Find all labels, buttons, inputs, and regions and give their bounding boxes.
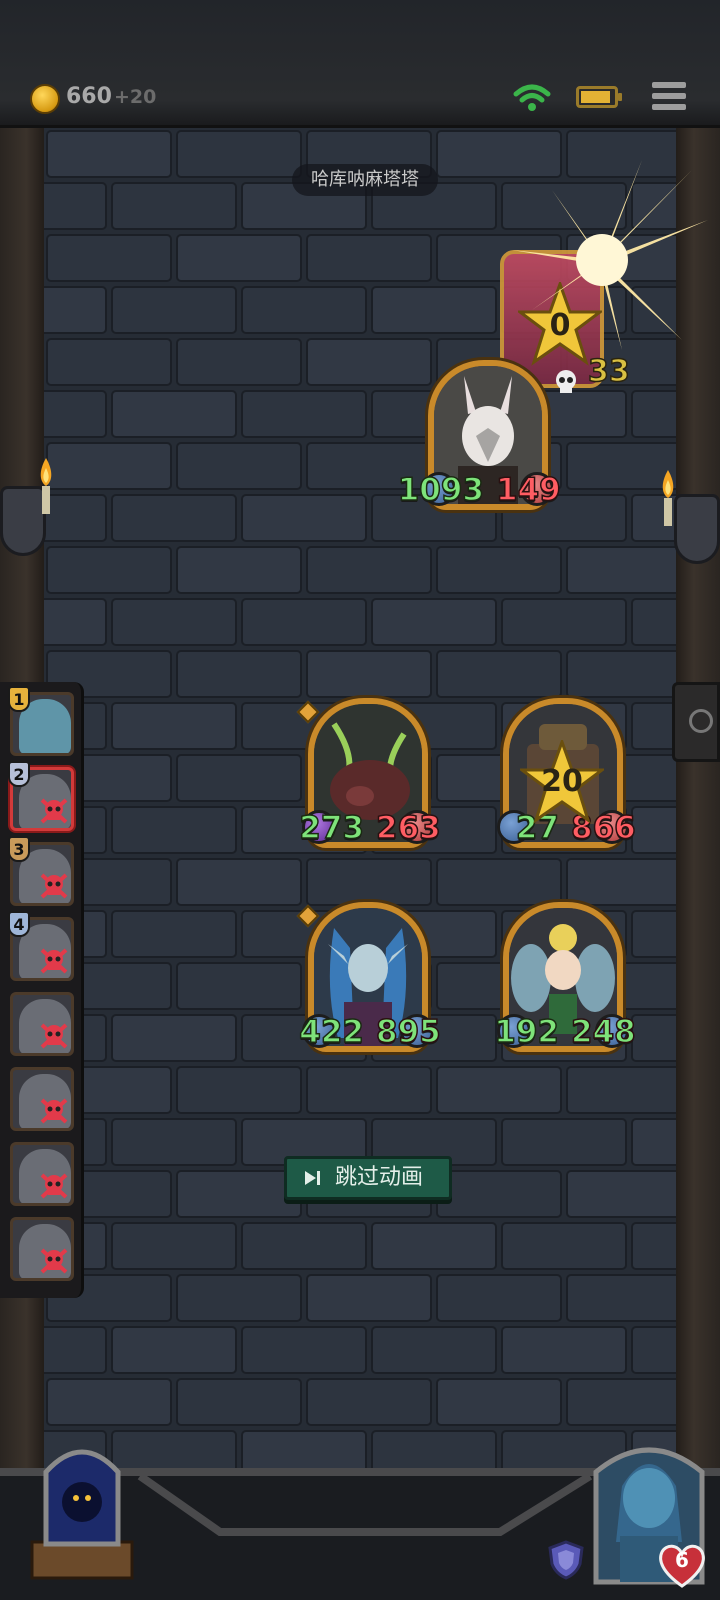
shield-icon (548, 1540, 584, 1580)
gold-counter: 660 +20 (66, 84, 156, 109)
top-bar: 660 +20 (0, 0, 720, 128)
side-panel-handle[interactable] (672, 682, 720, 762)
eliminated-skull-icon (40, 1248, 68, 1274)
skip-icon (305, 1171, 320, 1185)
wifi-icon (513, 84, 551, 111)
left-torch-icon (40, 458, 52, 514)
player-unit-elf[interactable]: 422 895 (296, 902, 441, 1052)
skip-animation-button[interactable]: 跳过动画 (284, 1156, 452, 1200)
unit-health: 248 (570, 1013, 636, 1051)
unit-attack: 273 (299, 809, 365, 847)
menu-button[interactable] (652, 82, 686, 114)
eliminated-skull-icon (40, 873, 68, 899)
eliminated-skull-icon (40, 1023, 68, 1049)
battery-icon (576, 86, 622, 108)
menu-icon (652, 82, 686, 88)
opponent-name: 哈库呐麻塔塔 (292, 164, 438, 196)
opponent-slot[interactable] (10, 992, 74, 1056)
eliminated-skull-icon (40, 1173, 68, 1199)
eliminated-skull-icon (40, 798, 68, 824)
unit-health: 895 (375, 1013, 441, 1051)
gold-amount: 660 (66, 84, 112, 109)
player-health: 6 (675, 1548, 689, 1572)
gold-income: +20 (113, 86, 157, 108)
opponent-rank-badge: 1 (8, 686, 30, 712)
right-sconce (674, 494, 720, 564)
eliminated-skull-icon (40, 1098, 68, 1124)
coin-icon (30, 84, 60, 114)
skip-label: 跳过动画 (335, 1165, 424, 1190)
attack-burst-icon (512, 160, 708, 350)
opponents-sidebar: 1 2 3 4 (0, 682, 84, 1298)
unit-health: 149 (495, 471, 561, 509)
unit-health: 263 (375, 809, 441, 847)
opponent-rank-badge: 3 (8, 836, 30, 862)
right-torch-icon (662, 470, 674, 526)
unit-attack: 192 (494, 1013, 560, 1051)
player-unit-fairy[interactable]: 192 248 (494, 902, 636, 1052)
opponent-slot[interactable] (10, 1142, 74, 1206)
unit-attack: 422 (299, 1013, 365, 1051)
eliminated-skull-icon (40, 948, 68, 974)
unit-attack: 1093 (397, 471, 485, 509)
player-unit-boar[interactable]: 273 263 (296, 698, 441, 848)
skull-icon (556, 370, 576, 393)
opponent-rank-badge: 4 (8, 911, 30, 937)
portal-portrait (30, 1449, 134, 1580)
opponent-portal-button[interactable] (22, 1432, 142, 1582)
opponent-slot[interactable] (10, 1067, 74, 1131)
opponent-unit[interactable]: 1093 149 (397, 360, 561, 510)
opponent-slot[interactable] (10, 1217, 74, 1281)
unit-star-value: 20 (541, 764, 583, 799)
opponent-rank-badge: 2 (8, 761, 30, 787)
